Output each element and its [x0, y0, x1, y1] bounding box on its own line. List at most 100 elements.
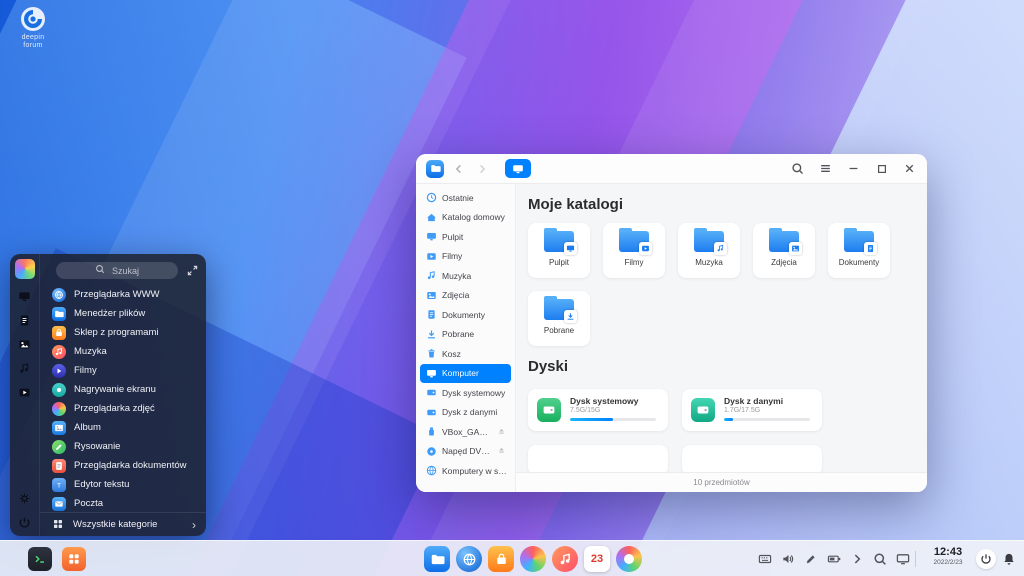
launcher-app-sklep-z-programami[interactable]: Sklep z programami [40, 323, 206, 342]
folder-card-dokumenty[interactable]: Dokumenty [828, 223, 890, 278]
music-icon [426, 270, 437, 281]
sidebar-item-dysk-systemowy[interactable]: Dysk systemowy [420, 383, 511, 403]
launcher-app-przegl-darka-zdj[interactable]: Przeglądarka zdjęć [40, 399, 206, 418]
launcher-app-list: Przeglądarka WWWMenedżer plikówSklep z p… [40, 279, 206, 512]
folder-card-pulpit[interactable]: Pulpit [528, 223, 590, 278]
sidebar-item-vbox-gas-6-1[interactable]: VBox_GAs_6.1... [420, 422, 511, 442]
launcher-app-nagrywanie-ekranu[interactable]: Nagrywanie ekranu [40, 380, 206, 399]
maximize-button[interactable] [874, 161, 889, 176]
power-icon[interactable] [18, 516, 31, 529]
device-card-partial[interactable] [682, 445, 822, 475]
sidebar-item-label: Ostatnie [442, 193, 507, 203]
chevron-right-icon: › [192, 519, 196, 531]
shutdown-button[interactable] [976, 549, 996, 569]
user-avatar[interactable] [15, 259, 35, 279]
browser-dock-icon[interactable] [456, 546, 482, 572]
draw-app-icon [52, 440, 66, 454]
disks-section-title: Dyski [528, 358, 927, 375]
eject-icon[interactable] [497, 427, 507, 437]
eject-icon[interactable] [497, 446, 507, 456]
app-store-dock-icon[interactable] [488, 546, 514, 572]
search-button[interactable] [790, 161, 805, 176]
sidebar-item-ostatnie[interactable]: Ostatnie [420, 188, 511, 208]
device-card-partial[interactable] [528, 445, 668, 475]
folder-label: Zdjęcia [771, 258, 797, 267]
forward-button[interactable] [474, 161, 490, 177]
optical-icon [426, 446, 437, 457]
disk-card-dysk-z-danymi[interactable]: Dysk z danymi1.7G/17.5G [682, 389, 822, 431]
launcher-app-album[interactable]: Album [40, 418, 206, 437]
minimize-button[interactable] [846, 161, 861, 176]
volume-icon[interactable] [781, 552, 795, 566]
launcher-app-rysowanie[interactable]: Rysowanie [40, 437, 206, 456]
documents-category-icon[interactable] [18, 314, 31, 327]
battery-icon[interactable] [827, 552, 841, 566]
sidebar-item-nap-d-dvd-r[interactable]: Napęd DVD-R... [420, 442, 511, 462]
folder-icon [544, 231, 574, 252]
sidebar-item-pobrane[interactable]: Pobrane [420, 325, 511, 345]
app-label: Edytor tekstu [74, 479, 129, 490]
disk-card-dysk-systemowy[interactable]: Dysk systemowy7.5G/15G [528, 389, 668, 431]
sidebar-item-komputery-w-sieci[interactable]: Komputery w sieci... [420, 461, 511, 481]
launcher-app-przegl-darka-www[interactable]: Przeglądarka WWW [40, 285, 206, 304]
launcher-app-mened-er-plik-w[interactable]: Menedżer plików [40, 304, 206, 323]
display-icon[interactable] [896, 552, 910, 566]
calendar-dock-icon[interactable]: 23 [584, 546, 610, 572]
terminal-icon[interactable] [28, 547, 52, 571]
doc-emblem-icon [864, 242, 877, 255]
sidebar-item-pulpit[interactable]: Pulpit [420, 227, 511, 247]
keyboard-layout-icon[interactable] [758, 552, 772, 566]
launcher-app-poczta[interactable]: Poczta [40, 494, 206, 512]
launcher-app-edytor-tekstu[interactable]: TEdytor tekstu [40, 475, 206, 494]
music-dock-icon[interactable] [552, 546, 578, 572]
search-input[interactable]: Szukaj [56, 262, 178, 279]
app-label: Rysowanie [74, 441, 120, 452]
launcher-app-filmy[interactable]: Filmy [40, 361, 206, 380]
folder-card-filmy[interactable]: Filmy [603, 223, 665, 278]
close-button[interactable] [902, 161, 917, 176]
notifications-button[interactable] [1000, 550, 1018, 568]
sidebar-item-dokumenty[interactable]: Dokumenty [420, 305, 511, 325]
sidebar-item-komputer[interactable]: Komputer [420, 364, 511, 384]
menu-button[interactable] [818, 161, 833, 176]
launcher-app-muzyka[interactable]: Muzyka [40, 342, 206, 361]
all-categories-label: Wszystkie kategorie [73, 519, 157, 530]
folders-section-title: Moje katalogi [528, 196, 927, 213]
search-icon[interactable] [873, 552, 887, 566]
tab-computer[interactable] [505, 159, 531, 178]
desktop-category-icon[interactable] [18, 290, 31, 303]
file-manager-titlebar[interactable] [416, 154, 927, 184]
file-manager-dock-icon[interactable] [424, 546, 450, 572]
videos-category-icon[interactable] [18, 386, 31, 399]
folder-card-muzyka[interactable]: Muzyka [678, 223, 740, 278]
launcher-app-przegl-darka-dokument-w[interactable]: Przeglądarka dokumentów [40, 456, 206, 475]
disk-name: Dysk systemowy [570, 396, 658, 406]
clock[interactable]: 12:43 2022/2/23 [920, 546, 976, 567]
sidebar-item-zdj-cia[interactable]: Zdjęcia [420, 286, 511, 306]
sidebar-item-label: Zdjęcia [442, 290, 507, 300]
music-category-icon[interactable] [18, 362, 31, 375]
sidebar-item-dysk-z-danymi[interactable]: Dysk z danymi [420, 403, 511, 423]
settings-icon[interactable] [18, 492, 31, 505]
image-viewer-dock-icon[interactable] [520, 546, 546, 572]
disk-name: Dysk z danymi [724, 396, 812, 406]
all-categories-button[interactable]: Wszystkie kategorie › [40, 512, 206, 536]
sidebar-item-kosz[interactable]: Kosz [420, 344, 511, 364]
network-icon [426, 465, 437, 476]
back-button[interactable] [451, 161, 467, 177]
control-center-dock-icon[interactable] [616, 546, 642, 572]
search-icon [95, 264, 108, 277]
sidebar-item-katalog-domowy[interactable]: Katalog domowy [420, 208, 511, 228]
tray-expand-chevron-icon[interactable] [850, 552, 864, 566]
launcher-grid-icon[interactable] [62, 547, 86, 571]
devices-row-partial [528, 445, 927, 475]
sidebar-item-filmy[interactable]: Filmy [420, 247, 511, 267]
download-emblem-icon [564, 310, 577, 323]
fullscreen-toggle-icon[interactable] [186, 264, 199, 277]
pictures-category-icon[interactable] [18, 338, 31, 351]
taskbar: 23 12:43 2022/2/23 [0, 540, 1024, 576]
folder-card-pobrane[interactable]: Pobrane [528, 291, 590, 346]
sidebar-item-muzyka[interactable]: Muzyka [420, 266, 511, 286]
folder-card-zdj-cia[interactable]: Zdjęcia [753, 223, 815, 278]
pen-input-icon[interactable] [804, 552, 818, 566]
